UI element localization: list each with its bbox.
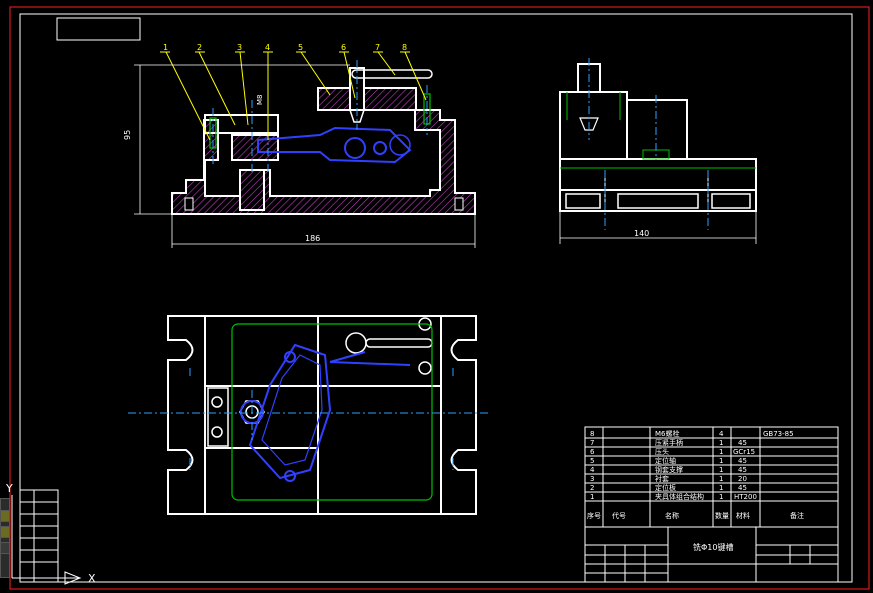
bom-qty-6: 1 <box>719 448 723 456</box>
part-label-1: 1 <box>163 43 168 52</box>
part-label-4: 4 <box>265 43 270 52</box>
bom-mat-6: GCr15 <box>733 448 755 456</box>
bom-no-2: 2 <box>590 484 594 492</box>
bom-header-name: 名称 <box>665 511 679 520</box>
bom-no-8: 8 <box>590 430 594 438</box>
bom-no-5: 5 <box>590 457 594 465</box>
bom-mat-7: 45 <box>738 439 747 447</box>
axis-label-y: Y <box>5 482 13 495</box>
sheet-frame <box>9 6 870 590</box>
bom-name-7: 压紧手柄 <box>655 438 683 447</box>
dim-height: 95 <box>123 130 132 140</box>
axis-label-x: X <box>88 572 96 585</box>
front-view: 1 2 3 4 5 6 7 8 95 186 M8 <box>123 43 476 248</box>
clamp-top <box>317 87 417 111</box>
cad-drawing: 1 2 3 4 5 6 7 8 95 186 M8 140 8 M6螺栓 4 G… <box>5 6 870 590</box>
bom-qty-8: 4 <box>719 430 724 438</box>
thread-note: M8 <box>256 95 264 106</box>
bom-header-material: 材料 <box>736 511 750 520</box>
part-label-3: 3 <box>237 43 242 52</box>
drawing-title: 铣Φ10键槽 <box>693 542 733 552</box>
bom-name-5: 定位轴 <box>655 456 676 465</box>
revision-block <box>19 489 59 583</box>
part-label-6: 6 <box>341 43 346 52</box>
bom-qty-2: 1 <box>719 484 723 492</box>
bom-header-note: 备注 <box>790 511 804 520</box>
bom-mat-5: 45 <box>738 457 747 465</box>
bom-qty-7: 1 <box>719 439 723 447</box>
bom-name-1: 夹具体组合结构 <box>655 492 704 501</box>
bom-header-no: 序号 <box>587 511 601 520</box>
bom-qty-4: 1 <box>719 466 723 474</box>
bom-no-7: 7 <box>590 439 594 447</box>
bom-no-1: 1 <box>590 493 594 501</box>
ucs-icon <box>11 495 82 585</box>
bom-no-6: 6 <box>590 448 595 456</box>
tool-button-1[interactable] <box>0 510 10 522</box>
tool-button-2[interactable] <box>0 526 10 538</box>
tool-button-3[interactable] <box>0 542 10 554</box>
bom-mat-2: 45 <box>738 484 747 492</box>
bom-name-8: M6螺栓 <box>655 429 680 438</box>
part-label-2: 2 <box>197 43 202 52</box>
bom-no-4: 4 <box>590 466 595 474</box>
part-label-8: 8 <box>402 43 407 52</box>
drawing-border <box>19 13 853 583</box>
bom-name-4: 钢套支撑 <box>655 465 683 474</box>
bom-name-2: 定位板 <box>655 483 676 492</box>
bom-qty-5: 1 <box>719 457 723 465</box>
bom-mat-3: 20 <box>738 475 747 483</box>
bom-qty-3: 1 <box>719 475 723 483</box>
dim-side-width: 140 <box>634 229 649 238</box>
bom-name-6: 压头 <box>655 447 669 456</box>
bom-header-code: 代号 <box>612 511 626 520</box>
code-box <box>56 17 141 41</box>
workpiece <box>257 126 412 164</box>
bom-qty-1: 1 <box>719 493 723 501</box>
title-block <box>584 526 839 583</box>
dim-front-width: 186 <box>305 234 320 243</box>
bom-note-8: GB73-85 <box>763 430 794 438</box>
bom-header-qty: 数量 <box>715 511 729 520</box>
fixture-body <box>171 109 476 215</box>
bom-name-3: 衬套 <box>655 474 669 483</box>
part-label-5: 5 <box>298 43 303 52</box>
bom-no-3: 3 <box>590 475 594 483</box>
bom-mat-4: 45 <box>738 466 747 474</box>
top-view <box>167 315 477 515</box>
part-label-7: 7 <box>375 43 380 52</box>
bom-mat-1: HT200 <box>734 493 757 501</box>
